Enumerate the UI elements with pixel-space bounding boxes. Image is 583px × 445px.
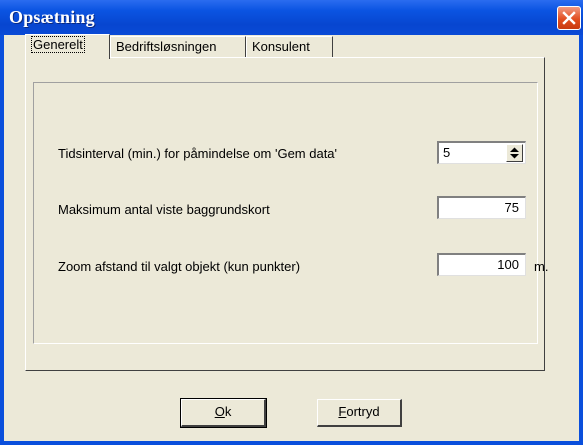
zoom-distance-field[interactable]: 100 [437,253,526,276]
tab-label: Generelt [31,36,85,53]
spin-buttons[interactable] [506,144,523,162]
dialog-window: Opsætning Generelt Bedriftsløsningen Kon… [0,0,583,445]
max-backgrounds-field[interactable]: 75 [437,196,526,219]
tab-label: Konsulent [252,39,310,54]
zoom-distance-value: 100 [497,257,519,272]
cancel-label: ortryd [346,404,380,419]
tab-bedriftslosningen[interactable]: Bedriftsløsningen [110,36,246,58]
ok-mnemonic: O [214,404,225,419]
reminder-interval-value: 5 [443,145,451,160]
arrow-up-icon[interactable] [510,147,519,153]
cancel-button[interactable]: Fortryd [317,399,402,427]
close-button[interactable] [557,6,581,30]
title-bar[interactable]: Opsætning [0,0,583,35]
reminder-interval-stepper[interactable]: 5 [437,141,526,164]
tab-konsulent[interactable]: Konsulent [246,36,333,58]
window-title: Opsætning [9,7,95,27]
tab-label: Bedriftsløsningen [116,39,217,54]
ok-label: k [224,404,232,419]
tab-generelt[interactable]: Generelt [25,34,110,59]
zoom-distance-label: Zoom afstand til valgt objekt (kun punkt… [58,259,301,274]
ok-button[interactable]: Ok [180,398,267,428]
reminder-interval-label: Tidsinterval (min.) for påmindelse om 'G… [58,146,338,161]
zoom-distance-unit: m. [534,259,549,274]
close-icon [562,11,576,25]
max-backgrounds-label: Maksimum antal viste baggrundskort [58,202,270,217]
max-backgrounds-value: 75 [504,200,519,215]
arrow-down-icon[interactable] [510,154,519,159]
